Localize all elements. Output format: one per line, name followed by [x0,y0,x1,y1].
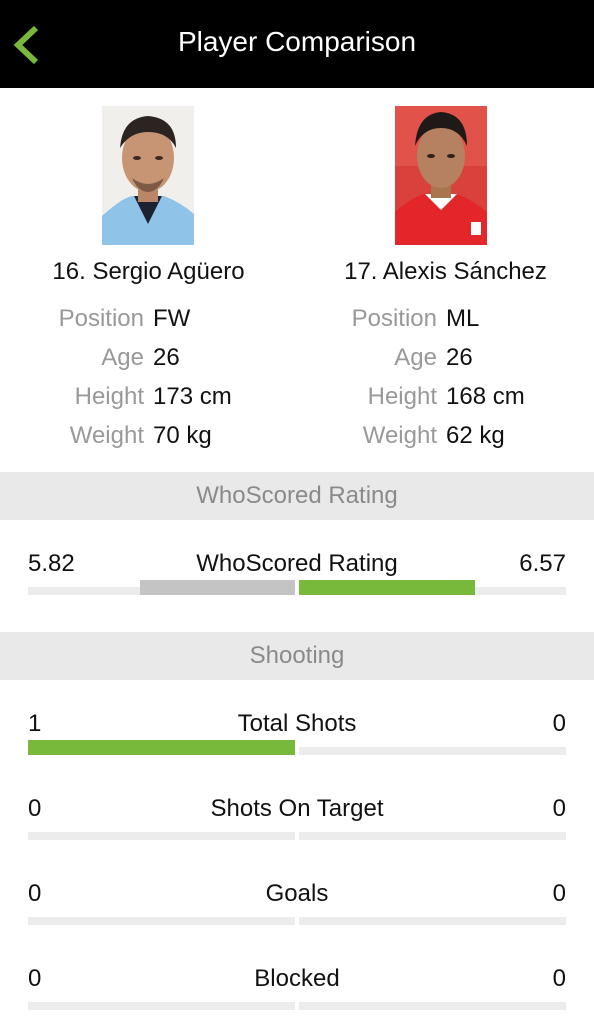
page-title: Player Comparison [177,26,417,57]
stat-value: 173 cm [153,383,232,410]
player-stats: Position FW Age 26 Height 173 cm Weight … [0,304,297,460]
section-header-shooting: Shooting [0,632,594,680]
right-bar-fill [299,580,476,595]
stat-row-weight: Weight 62 kg [297,421,594,460]
metric-row-shots-on-target: 0 Shots On Target 0 [0,794,594,864]
stat-row-height: Height 168 cm [297,382,594,421]
metric-name: WhoScored Rating [196,550,398,577]
stat-row-age: Age 26 [297,343,594,382]
left-bar-fill [140,580,295,595]
metric-name: Blocked [254,965,340,992]
metric-name: Total Shots [237,710,357,737]
left-bar-track [28,740,295,755]
right-value: 6.57 [519,550,566,577]
player-stats: Position ML Age 26 Height 168 cm Weight … [297,304,594,460]
player-card-sanchez: 17. Alexis Sánchez Position ML Age 26 He… [297,106,594,466]
stat-label: Weight [69,422,144,449]
left-bar-track [28,917,295,925]
stat-label: Age [394,344,437,371]
right-bar-track [299,580,566,595]
stat-row-age: Age 26 [0,343,297,382]
right-value: 0 [552,795,566,822]
stat-label: Weight [362,422,437,449]
stat-value: FW [153,305,191,332]
player-name: 16. Sergio Agüero [52,258,245,285]
metric-name: Shots On Target [210,795,384,822]
right-bar-track [299,917,566,925]
right-value: 0 [552,710,566,737]
right-bar-track [299,832,566,840]
stat-row-height: Height 173 cm [0,382,297,421]
right-value: 0 [552,880,566,907]
metric-row-goals: 0 Goals 0 [0,879,594,949]
section-header-rating: WhoScored Rating [0,472,594,520]
player-card-aguero: 16. Sergio Agüero Position FW Age 26 Hei… [0,106,297,466]
stat-row-position: Position ML [297,304,594,343]
left-bar-track [28,1002,295,1010]
left-bar-fill [28,740,295,755]
player-photo-sanchez[interactable] [395,106,487,245]
right-value: 0 [552,965,566,992]
stat-value: 62 kg [446,422,505,449]
metric-row-rating: 5.82 WhoScored Rating 6.57 [0,549,594,619]
stat-label: Position [351,305,437,332]
stat-value: ML [446,305,480,332]
stat-value: 168 cm [446,383,525,410]
left-bar-track [28,832,295,840]
stat-label: Height [74,383,144,410]
stat-row-weight: Weight 70 kg [0,421,297,460]
player-photo-aguero[interactable] [102,106,194,245]
metric-name: Goals [265,880,329,907]
stat-row-position: Position FW [0,304,297,343]
stat-value: 26 [153,344,180,371]
stat-label: Height [367,383,437,410]
stat-label: Position [58,305,144,332]
player-name: 17. Alexis Sánchez [344,258,547,285]
top-bar: Player Comparison [0,0,594,88]
stat-value: 70 kg [153,422,212,449]
stat-label: Age [101,344,144,371]
right-bar-track [299,747,566,755]
stat-value: 26 [446,344,473,371]
metric-row-total-shots: 1 Total Shots 0 [0,709,594,779]
right-bar-track [299,1002,566,1010]
left-bar-track [28,580,295,595]
